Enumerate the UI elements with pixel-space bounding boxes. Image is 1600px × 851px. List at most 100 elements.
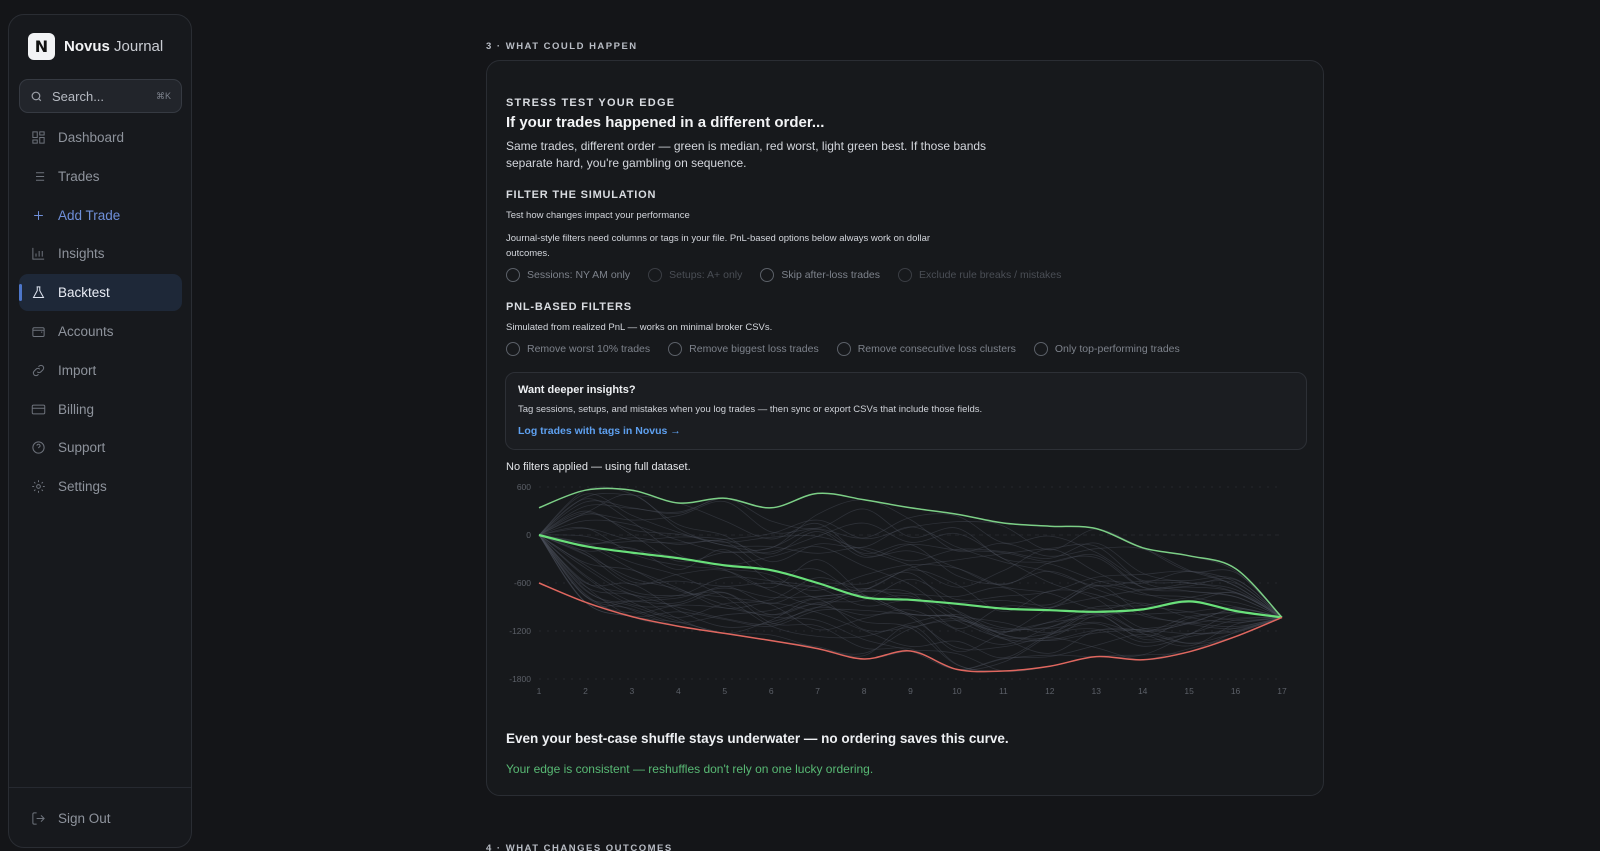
section-3-label: 3 · WHAT COULD HAPPEN	[486, 41, 638, 52]
x-tick-label: 9	[908, 686, 913, 696]
x-tick-label: 1	[537, 686, 542, 696]
radio-button[interactable]	[898, 268, 912, 282]
search-input[interactable]: Search... ⌘K	[19, 79, 182, 113]
x-tick-label: 4	[676, 686, 681, 696]
filter-option-skip-after-loss[interactable]: Skip after-loss trades	[760, 268, 880, 282]
option-label: Sessions: NY AM only	[527, 269, 631, 281]
filter-status: No filters applied — using full dataset.	[506, 461, 691, 473]
radio-button[interactable]	[506, 268, 520, 282]
sign-out-button[interactable]: Sign Out	[31, 811, 111, 826]
x-tick-label: 14	[1138, 686, 1148, 696]
x-tick-label: 16	[1231, 686, 1241, 696]
sidebar-item-billing[interactable]: Billing	[19, 391, 182, 428]
gear-icon	[32, 480, 45, 493]
filter-option-setups[interactable]: Setups: A+ only	[648, 268, 742, 282]
x-tick-label: 2	[583, 686, 588, 696]
search-shortcut: ⌘K	[155, 90, 171, 101]
x-tick-label: 8	[862, 686, 867, 696]
flask-icon	[32, 286, 45, 299]
pnl-filter-subtitle: Simulated from realized PnL — works on m…	[506, 322, 773, 333]
sidebar-item-settings[interactable]: Settings	[19, 468, 182, 505]
card-description: Same trades, different order — green is …	[506, 139, 987, 170]
option-label: Setups: A+ only	[669, 269, 743, 281]
sidebar-item-support[interactable]: Support	[19, 429, 182, 466]
sign-out-label: Sign Out	[58, 811, 111, 826]
filter-subtitle: Test how changes impact your performance	[506, 210, 690, 221]
option-label: Exclude rule breaks / mistakes	[919, 269, 1062, 281]
sidebar-item-label: Billing	[58, 401, 95, 417]
edge-note: Your edge is consistent — reshuffles don…	[506, 762, 874, 776]
grid-icon	[32, 131, 45, 144]
radio-button[interactable]	[760, 268, 775, 282]
brand[interactable]: N Novus Journal	[28, 33, 163, 60]
option-label: Remove consecutive loss clusters	[857, 343, 1016, 355]
filter-note: Journal-style filters need columns or ta…	[506, 233, 931, 259]
filter-option-top-performing[interactable]: Only top-performing trades	[1033, 342, 1180, 356]
sidebar-item-add-trade[interactable]: Add Trade	[19, 197, 182, 234]
x-tick-label: 17	[1277, 686, 1287, 696]
filter-option-sessions[interactable]: Sessions: NY AM only	[506, 268, 630, 282]
x-tick-label: 6	[769, 686, 774, 696]
bar-chart-icon	[32, 248, 45, 261]
x-tick-label: 3	[630, 686, 635, 696]
radio-button[interactable]	[1033, 342, 1048, 356]
search-placeholder: Search...	[52, 88, 105, 104]
sidebar-item-label: Dashboard	[58, 130, 125, 145]
filter-heading: FILTER THE SIMULATION	[506, 189, 657, 201]
sidebar-item-accounts[interactable]: Accounts	[19, 313, 182, 350]
x-tick-label: 10	[952, 686, 962, 696]
card-eyebrow: STRESS TEST YOUR EDGE	[506, 97, 676, 109]
x-tick-label: 11	[999, 686, 1008, 696]
option-label: Remove worst 10% trades	[527, 343, 651, 355]
x-tick-label: 13	[1092, 686, 1102, 696]
credit-card-icon	[31, 404, 46, 414]
insights-callout: Want deeper insights? Tag sessions, setu…	[505, 372, 1307, 450]
x-tick-label: 5	[722, 686, 727, 696]
radio-button[interactable]	[506, 342, 520, 356]
radio-button[interactable]	[668, 342, 683, 356]
x-tick-label: 7	[815, 686, 820, 696]
section-4-label: 4 · WHAT CHANGES OUTCOMES	[486, 843, 673, 851]
sidebar-item-trades[interactable]: Trades	[19, 158, 182, 195]
callout-heading: Want deeper insights?	[518, 384, 636, 396]
option-label: Remove biggest loss trades	[689, 343, 819, 355]
plus-icon	[34, 210, 43, 220]
y-tick-label: 0	[526, 530, 531, 540]
journal-filter-options: Sessions: NY AM only Setups: A+ only Ski…	[506, 268, 1061, 282]
y-tick-label: 600	[517, 482, 531, 492]
sample-path	[538, 534, 1283, 634]
filter-option-remove-biggest-loss[interactable]: Remove biggest loss trades	[668, 342, 819, 356]
y-tick-label: -1800	[509, 674, 531, 684]
sidebar-item-import[interactable]: Import	[19, 352, 182, 389]
option-label: Skip after-loss trades	[781, 269, 880, 281]
sidebar-item-label: Backtest	[58, 285, 110, 301]
filter-option-exclude-rule-breaks[interactable]: Exclude rule breaks / mistakes	[898, 268, 1061, 282]
log-trades-link[interactable]: Log trades with tags in Novus →	[518, 425, 681, 437]
sidebar-item-label: Insights	[58, 246, 105, 262]
sidebar-divider	[9, 787, 191, 788]
link-icon	[32, 364, 45, 376]
sidebar-item-label: Add Trade	[58, 207, 121, 223]
y-tick-label: -1200	[509, 626, 531, 636]
help-circle-icon	[32, 441, 45, 454]
sidebar-item-backtest[interactable]: Backtest	[19, 274, 182, 312]
filter-option-remove-loss-clusters[interactable]: Remove consecutive loss clusters	[836, 342, 1016, 356]
pnl-filter-heading: PNL-BASED FILTERS	[506, 301, 632, 313]
verdict-text: Even your best-case shuffle stays underw…	[506, 731, 1009, 746]
filter-option-remove-worst[interactable]: Remove worst 10% trades	[506, 342, 650, 356]
radio-button[interactable]	[836, 342, 851, 356]
x-tick-label: 15	[1184, 686, 1194, 696]
sidebar-nav: Dashboard Trades Add Trade Insights Back…	[19, 119, 182, 507]
wallet-icon	[32, 327, 45, 337]
sidebar-item-dashboard[interactable]: Dashboard	[19, 119, 182, 156]
sidebar-item-label: Import	[58, 362, 97, 378]
sidebar-item-label: Accounts	[58, 323, 114, 339]
sidebar-item-insights[interactable]: Insights	[19, 235, 182, 272]
radio-button[interactable]	[648, 268, 663, 282]
search-icon	[31, 91, 42, 101]
stress-test-card: STRESS TEST YOUR EDGE If your trades hap…	[486, 60, 1324, 796]
sample-path	[538, 510, 1283, 630]
sidebar-item-label: Settings	[58, 479, 107, 495]
y-tick-label: -600	[514, 578, 531, 588]
callout-text: Tag sessions, setups, and mistakes when …	[518, 404, 983, 415]
